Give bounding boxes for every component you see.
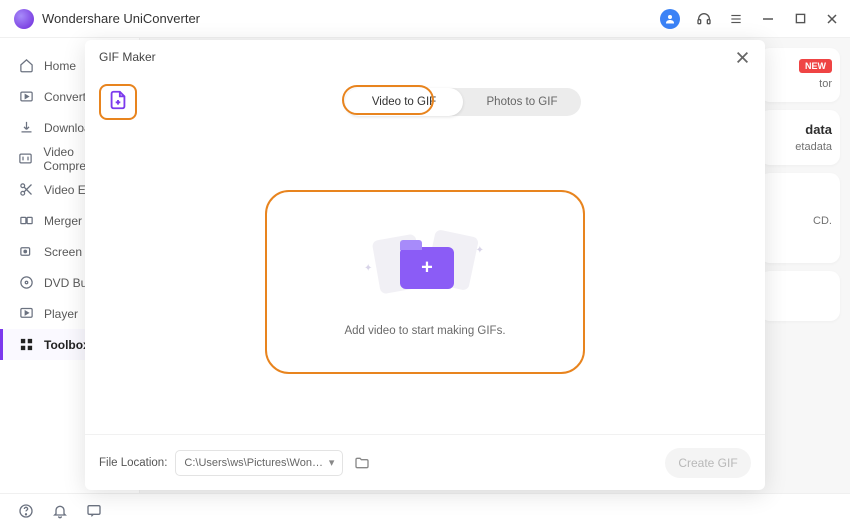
- drop-illustration: + ✦✦: [370, 227, 480, 307]
- home-icon: [18, 58, 34, 74]
- toolbox-icon: [18, 337, 34, 353]
- dialog-close-button[interactable]: [733, 48, 751, 66]
- chevron-down-icon: ▾: [329, 456, 335, 469]
- tab-label: Video to GIF: [372, 96, 436, 108]
- tab-label: Photos to GIF: [487, 96, 558, 108]
- footer-bar: [0, 493, 850, 527]
- bg-panel-4: [760, 271, 840, 321]
- gif-maker-dialog: GIF Maker Video to GIF Photos to GIF + ✦…: [85, 40, 765, 490]
- bell-icon[interactable]: [52, 503, 68, 519]
- compress-icon: [18, 151, 33, 167]
- open-folder-button[interactable]: [351, 452, 373, 474]
- add-file-icon: [107, 89, 129, 116]
- bg-panel-sub: etadata: [768, 141, 832, 153]
- dialog-title: GIF Maker: [99, 50, 733, 64]
- play-icon: [18, 306, 34, 322]
- scissors-icon: [18, 182, 34, 198]
- sidebar-item-label: Merger: [44, 214, 82, 228]
- new-badge: NEW: [799, 59, 832, 73]
- drop-text: Add video to start making GIFs.: [344, 325, 505, 337]
- help-icon[interactable]: [18, 503, 34, 519]
- close-button[interactable]: [824, 11, 840, 27]
- support-icon[interactable]: [696, 11, 712, 27]
- converter-icon: [18, 89, 34, 105]
- folder-icon: +: [400, 247, 454, 289]
- minimize-button[interactable]: [760, 11, 776, 27]
- merge-icon: [18, 213, 34, 229]
- app-title: Wondershare UniConverter: [42, 11, 660, 26]
- menu-icon[interactable]: [728, 11, 744, 27]
- create-gif-button[interactable]: Create GIF: [665, 448, 751, 478]
- tab-photos-to-gif[interactable]: Photos to GIF: [463, 88, 581, 116]
- sidebar-item-label: Player: [44, 307, 78, 321]
- disc-icon: [18, 275, 34, 291]
- file-location-value: C:\Users\ws\Pictures\Wonders: [184, 457, 328, 469]
- maximize-button[interactable]: [792, 11, 808, 27]
- bg-panel-2: data etadata: [760, 110, 840, 165]
- drop-zone[interactable]: + ✦✦ Add video to start making GIFs.: [265, 190, 585, 374]
- file-location-select[interactable]: C:\Users\ws\Pictures\Wonders ▾: [175, 450, 343, 476]
- bg-panel-text: CD.: [768, 215, 832, 227]
- tab-video-to-gif[interactable]: Video to GIF: [345, 88, 463, 116]
- bg-panel-text: tor: [768, 78, 832, 90]
- feedback-icon[interactable]: [86, 503, 102, 519]
- record-icon: [18, 244, 34, 260]
- user-avatar[interactable]: [660, 9, 680, 29]
- app-logo: [14, 9, 34, 29]
- bg-panel-1: NEW tor: [760, 48, 840, 102]
- create-gif-label: Create GIF: [678, 456, 737, 470]
- file-location-label: File Location:: [99, 457, 167, 469]
- sidebar-item-label: Toolbox: [44, 338, 90, 352]
- download-icon: [18, 120, 34, 136]
- sidebar-item-label: Home: [44, 59, 76, 73]
- titlebar: Wondershare UniConverter: [0, 0, 850, 38]
- bg-panel-heading: data: [768, 122, 832, 137]
- add-file-button[interactable]: [99, 84, 137, 120]
- bg-panel-3: CD.: [760, 173, 840, 263]
